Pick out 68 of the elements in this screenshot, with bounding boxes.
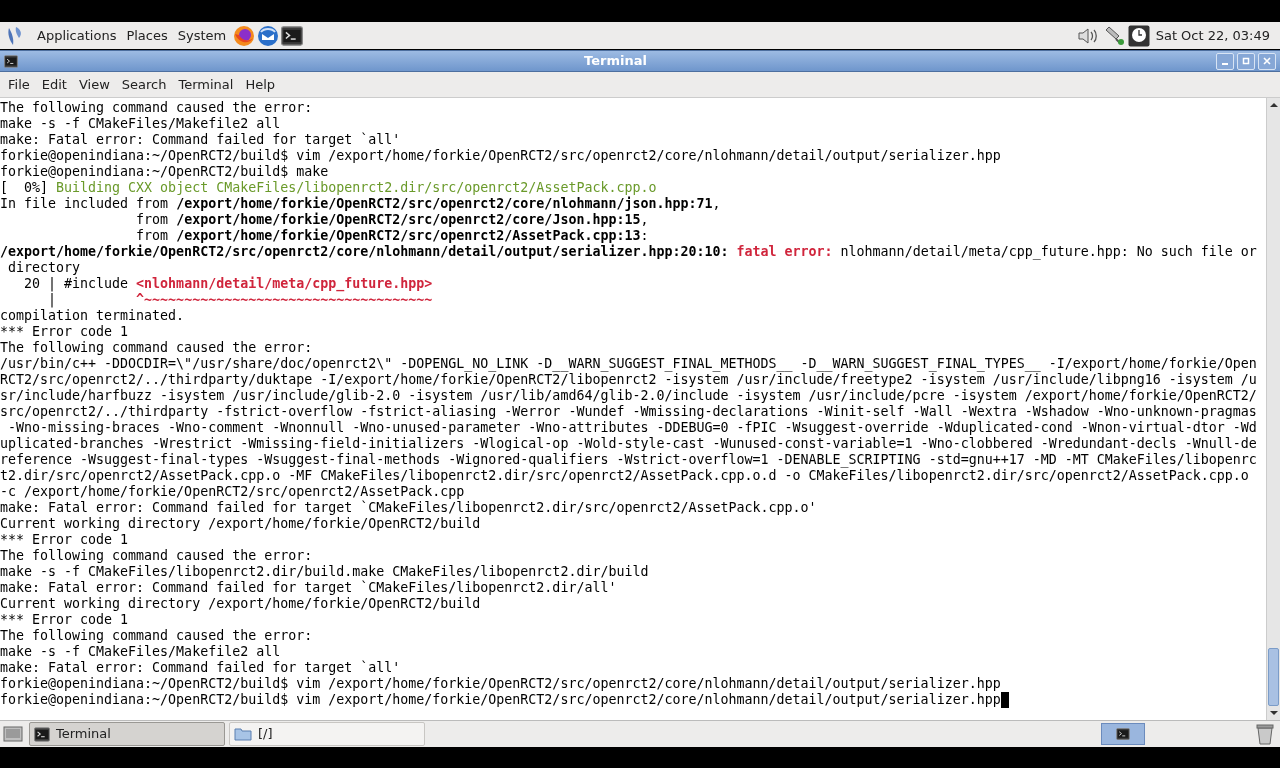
terminal-line: sr/include/harfbuzz -isystem /usr/include/glib-2.0 -isystem /usr/lib/amd64/glib-2.0/include -isystem /usr/include/pcre -isystem /export/home/forkie/OpenRCT2/ [0,388,1257,404]
terminal-line: t2.dir/src/openrct2/AssetPack.cpp.o -MF CMakeFiles/libopenrct2.dir/src/openrct2/AssetPack.cpp.o.d -o CMakeFiles/libopenrct2.dir/src/openrct2/AssetPack.cpp.o [0,468,1249,484]
terminal-line: make: Fatal error: Command failed for target `all' [0,660,401,676]
scrollbar-thumb[interactable] [1268,648,1279,706]
terminal-line: make: Fatal error: Command failed for target `CMakeFiles/libopenrct2.dir/src/openrct2/AssetPack.cpp.o' [0,500,817,516]
workspace-switcher[interactable] [1101,723,1145,745]
panel-menu[interactable]: Applications [32,23,122,48]
terminal-line: forkie@openindiana:~/OpenRCT2/build$ vim /export/home/forkie/OpenRCT2/src/openrct2/core/nlohmann/detail/output/serializer.hpp [0,692,1001,708]
terminal-line: 20 | #include <nlohmann/detail/meta/cpp_future.hpp> [23,276,433,292]
menu-item[interactable]: Search [115,73,173,96]
scrollbar[interactable] [1266,98,1280,720]
minimize-icon [1222,63,1228,65]
terminal-line: The following command caused the error: [0,628,313,644]
menu-item[interactable]: Edit [35,73,73,96]
terminal-line: The following command caused the error: [0,548,313,564]
terminal-line: -c /export/home/forkie/OpenRCT2/src/openrct2/AssetPack.cpp [0,484,465,500]
volume-icon[interactable] [1076,25,1099,46]
terminal-line: In file included from /export/home/forkie/OpenRCT2/src/openrct2/core/nlohmann/json.hpp:71, [0,196,721,212]
window-terminal-icon [4,54,18,68]
terminal-line: make: Fatal error: Command failed for target `CMakeFiles/libopenrct2.dir/all' [0,580,617,596]
close-icon [1262,56,1272,66]
clock-icon[interactable] [1127,24,1150,47]
terminal-line: -Wno-missing-braces -Wno-comment -Wnonnull -Wno-unused-parameter -Wno-attributes -DDEBUG=0 -fPIC -Wsuggest-override -Wduplicated-cond -Wnon-virtual-dtor -Wd [7,420,1257,436]
terminal-line: make -s -f CMakeFiles/Makefile2 all [0,116,281,132]
terminal-line: from /export/home/forkie/OpenRCT2/src/openrct2/core/Json.hpp:15, [135,212,649,228]
taskbar-button[interactable]: Terminal [29,722,225,746]
window-title: Terminal [583,52,648,71]
terminal-line: reference -Wsuggest-final-types -Wsuggest-final-methods -Wignored-qualifiers -Wstrict-overflow=1 -DENABLE_SCRIPTING -std=gnu++17 -MD -MT CMakeFiles/libopenrc [0,452,1257,468]
menu-item[interactable]: Terminal [172,73,240,96]
maximize-icon [1241,56,1251,66]
clock-text[interactable]: Sat Oct 22, 03:49 [1155,25,1270,46]
browser-icon[interactable] [233,24,256,47]
terminal-line: *** Error code 1 [0,612,129,628]
terminal-line: forkie@openindiana:~/OpenRCT2/build$ make [0,164,329,180]
terminal-line: make -s -f CMakeFiles/libopenrct2.dir/build.make CMakeFiles/libopenrct2.dir/build [0,564,649,580]
panel-menu[interactable]: System [172,23,232,48]
terminal-line: make: Fatal error: Command failed for target `all' [0,132,401,148]
terminal-line: The following command caused the error: [0,100,313,116]
terminal-line: src/openrct2/../thirdparty -fstrict-overflow -fstrict-aliasing -Werror -Wundef -Wmissing-declarations -Winit-self -Wall -Wextra -Wshadow -Wno-unknown-pragmas [0,404,1257,420]
mail-client-icon[interactable] [257,24,280,47]
terminal-line: compilation terminated. [0,308,185,324]
panel-menu[interactable]: Places [121,23,173,48]
workspace-window-icon [1116,728,1130,740]
terminal-line: *** Error code 1 [0,532,129,548]
terminal-line: Current working directory /export/home/forkie/OpenRCT2/build [0,516,481,532]
terminal-line: *** Error code 1 [0,324,129,340]
taskbar-button[interactable]: [/] [229,722,425,746]
trash-icon[interactable] [1255,723,1275,745]
terminal-icon [34,726,50,742]
terminal-line: The following command caused the error: [0,340,313,356]
menu-item[interactable]: View [72,73,116,96]
terminal-line: uplicated-branches -Wrestrict -Wmissing-field-initializers -Wlogical-op -Wold-style-cast -Wunused-const-variable=1 -Wno-clobbered -Wredundant-decls -Wnull-de [0,436,1257,452]
terminal-launcher-icon [281,25,304,46]
terminal-line: | ^~~~~~~~~~~~~~~~~~~~~~~~~~~~~~~~~~~~~ [47,292,433,308]
show-desktop-icon[interactable] [3,725,23,743]
menu-item[interactable]: File [2,73,36,96]
terminal-line: RCT2/src/openrct2/../thirdparty/duktape -I/export/home/forkie/OpenRCT2/libopenrct2 -isystem /usr/include/freetype2 -isystem /usr/include/libpng16 -isystem /u [0,372,1257,388]
terminal-line: directory [7,260,81,276]
terminal-line: Current working directory /export/home/forkie/OpenRCT2/build [0,596,481,612]
folder-icon [234,727,252,741]
terminal-line: make -s -f CMakeFiles/Makefile2 all [0,644,281,660]
terminal-line: /usr/bin/c++ -DDOCDIR=\"/usr/share/doc/openrct2\" -DOPENGL_NO_LINK -D__WARN_SUGGEST_FINAL_METHODS__ -D__WARN_SUGGEST_FINAL_TYPES__ -I/export/home/forkie/Open [0,356,1257,372]
terminal-line: [ 0%] Building CXX object CMakeFiles/libopenrct2.dir/src/openrct2/AssetPack.cpp.o [0,180,657,196]
terminal-line: forkie@openindiana:~/OpenRCT2/build$ vim /export/home/forkie/OpenRCT2/src/openrct2/core/nlohmann/detail/output/serializer.hpp [0,148,1001,164]
terminal-line: from /export/home/forkie/OpenRCT2/src/openrct2/AssetPack.cpp:13: [135,228,649,244]
terminal-line: forkie@openindiana:~/OpenRCT2/build$ vim /export/home/forkie/OpenRCT2/src/openrct2/core/nlohmann/detail/output/serializer.hpp [0,676,1001,692]
terminal-line: /export/home/forkie/OpenRCT2/src/openrct2/core/nlohmann/detail/output/serializer.hpp:20:10: fatal error: nlohmann/detail/meta/cpp_future.hpp: No such file or [0,244,1257,260]
menu-item[interactable]: Help [239,73,282,96]
